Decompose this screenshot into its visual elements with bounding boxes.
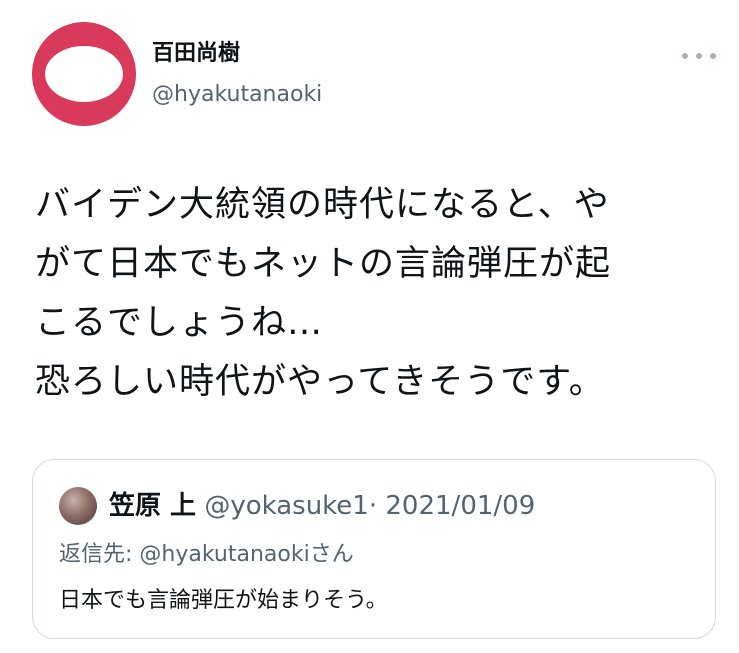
more-dot [696, 53, 702, 59]
author-display-name[interactable]: 百田尚樹 [152, 40, 240, 68]
reply-suffix: さん [309, 542, 354, 567]
quoted-separator: · [368, 491, 378, 521]
tweet-text-line: 恐ろしい時代がやってきそうです。 [35, 362, 605, 402]
quoted-display-name[interactable]: 笠原 上 [109, 491, 196, 521]
avatar[interactable] [32, 22, 136, 126]
quoted-date[interactable]: 2021/01/09 [385, 491, 535, 521]
tweet-text-line: バイデン大統領の時代になると、や [35, 185, 610, 225]
avatar-shape [45, 46, 123, 102]
quoted-reply-to: 返信先: @hyakutanaokiさん [59, 541, 354, 569]
quoted-tweet-text: 日本でも言論弾圧が始まりそう。 [59, 588, 388, 613]
quoted-handle[interactable]: @yokasuke1 [204, 491, 369, 521]
quoted-avatar[interactable] [59, 487, 97, 525]
quoted-tweet-header: 笠原 上 @yokasuke1· 2021/01/09 [109, 491, 535, 521]
reply-label: 返信先: [59, 542, 140, 567]
more-dot [710, 53, 716, 59]
more-dot [682, 53, 688, 59]
tweet-text-line: がて日本でもネットの言論弾圧が起 [35, 244, 612, 284]
author-handle[interactable]: @hyakutanaoki [152, 80, 322, 110]
tweet-text-line: こるでしょうね… [35, 303, 324, 343]
reply-handle[interactable]: @hyakutanaoki [139, 542, 309, 567]
more-horizontal-icon[interactable] [682, 46, 716, 66]
quoted-tweet-card[interactable]: 笠原 上 @yokasuke1· 2021/01/09 返信先: @hyakut… [32, 459, 716, 639]
tweet-text: バイデン大統領の時代になると、や がて日本でもネットの言論弾圧が起 こるでしょう… [35, 176, 715, 412]
